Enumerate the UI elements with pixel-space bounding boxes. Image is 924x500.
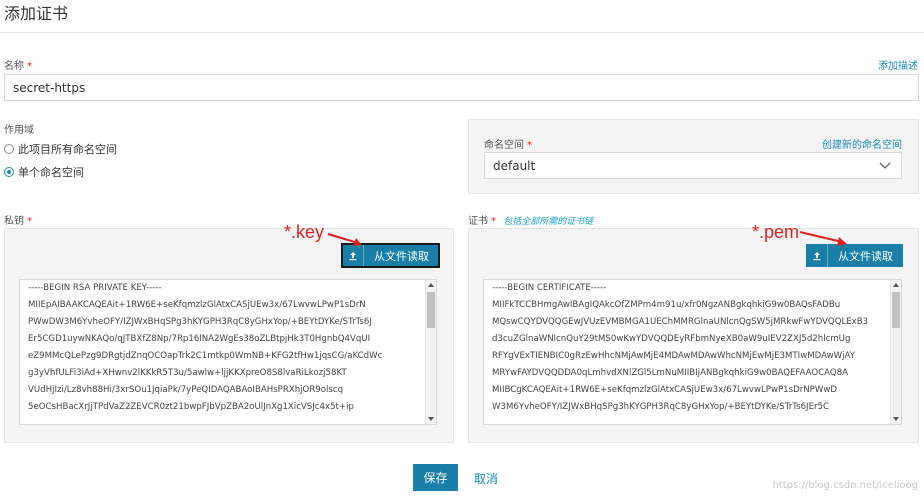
radio-single-namespace-label: 单个命名空间 xyxy=(18,166,84,179)
key-line: 5eOCsHBacXrJjTPdVaZ2ZEVCR0zt21bwpFJbVpZB… xyxy=(28,402,354,412)
private-key-textarea[interactable]: -----BEGIN RSA PRIVATE KEY----- MIIEpAIB… xyxy=(19,279,437,425)
cert-line: MIIFkTCCBHmgAwIBAgIQAkcOfZMPm4m91u/xfr0N… xyxy=(492,300,841,310)
radio-all-namespaces[interactable]: 此项目所有命名空间 xyxy=(4,141,117,157)
key-line: VUdHjIzi/Lz8vh88Hi/3xrSOu1JqiaPk/7yPeQID… xyxy=(28,385,344,395)
chevron-down-icon xyxy=(879,162,891,169)
cert-line: -----BEGIN CERTIFICATE----- xyxy=(492,283,607,293)
watermark: https://blog.csdn.net/icelioog xyxy=(772,480,918,491)
cert-line: d3cuZGlnaWNlcnQuY29tMS0wKwYDVQQDEyRFbmNy… xyxy=(492,334,851,344)
required-mark: * xyxy=(27,216,32,227)
add-description-link[interactable]: 添加描述 xyxy=(878,57,918,72)
certificate-label: 证书 * 包括全部所需的证书链 xyxy=(468,212,593,227)
scroll-up-icon[interactable] xyxy=(893,283,899,287)
cert-line: RFYgVExTIENBIC0gRzEwHhcNMjAwMjE4MDAwMDAw… xyxy=(492,351,856,361)
key-arrow-icon xyxy=(327,233,362,246)
pem-annotation: *.pem xyxy=(752,222,800,242)
scope-label: 作用域 xyxy=(4,125,34,136)
scroll-down-icon[interactable] xyxy=(893,417,899,421)
scroll-thumb[interactable] xyxy=(427,292,435,328)
name-label: 名称 * xyxy=(4,57,32,72)
private-key-label: 私钥 * xyxy=(4,212,32,227)
cancel-button[interactable]: 取消 xyxy=(474,470,498,487)
cert-line: MRYwFAYDVQQDDA0qLmhvdXNlZGl5LmNuMIIBIjAN… xyxy=(492,368,849,378)
required-mark: * xyxy=(527,140,532,151)
radio-checked-icon[interactable] xyxy=(4,167,14,177)
certificate-hint: 包括全部所需的证书链 xyxy=(503,217,594,227)
namespace-select-value: default xyxy=(493,159,536,173)
certificate-label-text: 证书 xyxy=(468,216,488,227)
radio-single-namespace[interactable]: 单个命名空间 xyxy=(4,164,84,180)
cert-line: MQswCQYDVQQGEwJVUzEVMBMGA1UEChMMRGlnaUNl… xyxy=(492,317,869,327)
key-line: Er5CGD1uywNKAQo/qJTBXfZ8Np/7Rp16lNA2WgEs… xyxy=(28,334,371,344)
key-line: MIIEpAIBAAKCAQEAit+1RW6E+seKfqmzlzGlAtxC… xyxy=(28,300,366,310)
key-line: -----BEGIN RSA PRIVATE KEY----- xyxy=(28,283,162,293)
create-namespace-link[interactable]: 创建新的命名空间 xyxy=(822,136,902,151)
cert-line: MIIBCgKCAQEAit+1RW6E+seKfqmzlzGlAtxCASjU… xyxy=(492,385,837,395)
upload-label: 从文件读取 xyxy=(374,249,429,263)
scrollbar[interactable] xyxy=(425,280,436,424)
key-line: g3yVhfULFi3iAd+XHwnv2lKKkR5T3u/5awlw+ljj… xyxy=(28,368,347,378)
scroll-up-icon[interactable] xyxy=(428,283,434,287)
name-input[interactable]: secret-https xyxy=(4,74,919,101)
page-title: 添加证书 xyxy=(4,4,69,23)
private-key-label-text: 私钥 xyxy=(4,216,24,227)
scroll-thumb[interactable] xyxy=(892,292,900,328)
name-label-text: 名称 xyxy=(4,61,24,72)
pem-arrow-icon xyxy=(799,231,847,246)
namespace-label: 命名空间 * xyxy=(484,136,532,151)
key-line: PWwDW3M6YvheOFY/IZJWxBHqSPg3hKYGPH3RqC8y… xyxy=(28,317,372,327)
required-mark: * xyxy=(491,216,496,227)
radio-unchecked-icon[interactable] xyxy=(4,144,14,154)
namespace-select[interactable]: default xyxy=(484,152,902,179)
certificate-textarea[interactable]: -----BEGIN CERTIFICATE----- MIIFkTCCBHmg… xyxy=(483,279,902,425)
namespace-label-text: 命名空间 xyxy=(484,140,524,151)
save-button[interactable]: 保存 xyxy=(413,464,458,491)
key-annotation: *.key xyxy=(284,222,325,242)
title-divider xyxy=(0,32,924,33)
scrollbar[interactable] xyxy=(890,280,901,424)
cert-line: W3M6YvheOFY/IZJWxBHqSPg3hKYGPH3RqC8yGHxY… xyxy=(492,402,830,412)
required-mark: * xyxy=(27,61,32,72)
scroll-down-icon[interactable] xyxy=(428,417,434,421)
radio-all-namespaces-label: 此项目所有命名空间 xyxy=(18,143,117,156)
key-line: eZ9MMcQLePzg9DRgtjdZnqOCOapTrk2C1mtkp0Wm… xyxy=(28,351,383,361)
